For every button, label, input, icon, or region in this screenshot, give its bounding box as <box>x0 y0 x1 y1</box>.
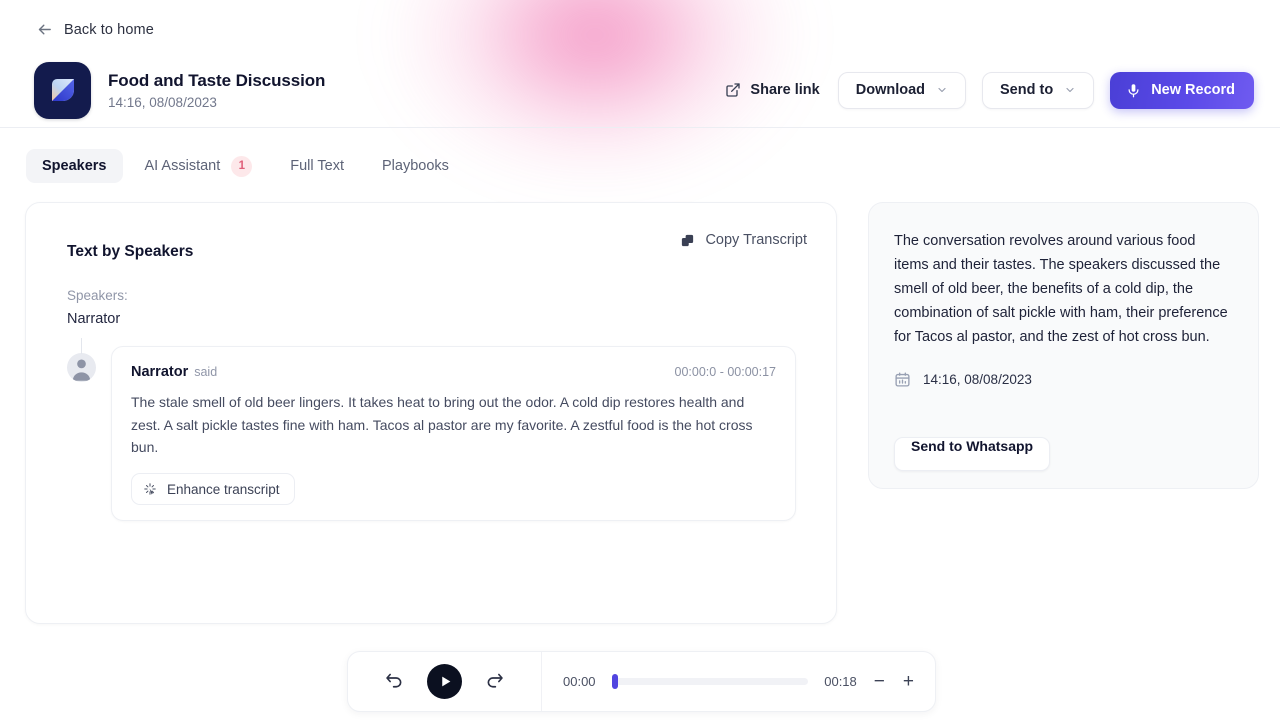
avatar-column <box>66 346 96 521</box>
chevron-down-icon <box>936 84 948 96</box>
app-logo-icon <box>34 62 91 119</box>
transcript-bubble: Narrator said 00:00:0 - 00:00:17 The sta… <box>111 346 796 521</box>
play-button[interactable] <box>427 664 462 699</box>
page-header: Food and Taste Discussion 14:16, 08/08/2… <box>0 52 1280 128</box>
tab-full-text-label: Full Text <box>290 158 344 174</box>
new-record-button[interactable]: New Record <box>1110 72 1254 109</box>
recording-title-block: Food and Taste Discussion 14:16, 08/08/2… <box>108 71 325 110</box>
volume-up-button[interactable]: + <box>902 672 915 691</box>
tab-bar: Speakers AI Assistant 1 Full Text Playbo… <box>26 149 465 183</box>
share-link-label: Share link <box>750 82 819 98</box>
message-speaker-name: Narrator <box>131 364 188 380</box>
total-time-label: 00:18 <box>824 674 857 689</box>
sparkle-icon <box>143 482 157 496</box>
player-progress-controls: 00:00 00:18 − + <box>542 672 935 691</box>
send-to-dropdown-button[interactable]: Send to <box>982 72 1094 109</box>
share-link-button[interactable]: Share link <box>723 76 821 104</box>
enhance-transcript-button[interactable]: Enhance transcript <box>131 473 295 505</box>
send-to-label: Send to <box>1000 82 1053 98</box>
new-record-label: New Record <box>1151 82 1235 98</box>
copy-icon <box>680 233 695 248</box>
audio-player: 00:00 00:18 − + <box>347 651 936 712</box>
player-transport-controls <box>348 652 542 711</box>
recording-date: 14:16, 08/08/2023 <box>108 95 325 110</box>
bubble-header: Narrator said 00:00:0 - 00:00:17 <box>131 364 776 380</box>
tab-playbooks-label: Playbooks <box>382 158 449 174</box>
transcript-heading: Text by Speakers <box>67 243 193 261</box>
recording-detail-page: Back to home <box>0 0 1280 728</box>
calendar-icon <box>894 371 911 388</box>
transcript-message-row: Narrator said 00:00:0 - 00:00:17 The sta… <box>66 346 796 521</box>
current-time-label: 00:00 <box>563 674 596 689</box>
avatar-connector-line <box>81 338 82 354</box>
tab-speakers[interactable]: Speakers <box>26 149 123 183</box>
summary-date: 14:16, 08/08/2023 <box>923 372 1032 387</box>
copy-transcript-button[interactable]: Copy Transcript <box>667 223 820 257</box>
volume-down-button[interactable]: − <box>873 672 886 691</box>
copy-transcript-label: Copy Transcript <box>705 232 807 248</box>
tab-full-text[interactable]: Full Text <box>274 149 360 183</box>
summary-panel: The conversation revolves around various… <box>868 202 1259 489</box>
download-label: Download <box>856 82 925 98</box>
chevron-down-icon <box>1064 84 1076 96</box>
progress-slider[interactable] <box>612 678 809 685</box>
speaker-list: Narrator <box>67 311 120 327</box>
transcript-card: Copy Transcript Text by Speakers Speaker… <box>25 202 837 624</box>
summary-text: The conversation revolves around various… <box>894 229 1233 349</box>
tab-ai-assistant[interactable]: AI Assistant 1 <box>129 149 269 183</box>
tab-ai-assistant-badge: 1 <box>231 156 252 177</box>
speakers-label: Speakers: <box>67 288 128 303</box>
page-title: Food and Taste Discussion <box>108 71 325 91</box>
tab-playbooks[interactable]: Playbooks <box>366 149 465 183</box>
header-divider <box>0 127 1280 128</box>
external-link-icon <box>725 82 741 98</box>
rewind-icon[interactable] <box>384 671 405 692</box>
summary-date-row: 14:16, 08/08/2023 <box>894 371 1233 388</box>
progress-thumb[interactable] <box>612 674 618 689</box>
tab-speakers-label: Speakers <box>42 158 107 174</box>
message-said-label: said <box>194 365 217 379</box>
back-to-home-link[interactable]: Back to home <box>36 21 154 38</box>
tab-ai-assistant-label: AI Assistant <box>145 158 221 174</box>
header-identity: Food and Taste Discussion 14:16, 08/08/2… <box>34 62 325 119</box>
send-to-whatsapp-button[interactable]: Send to Whatsapp <box>894 437 1050 471</box>
user-avatar-icon <box>67 353 96 382</box>
microphone-icon <box>1126 83 1141 98</box>
header-actions: Share link Download Send to <box>723 72 1254 109</box>
back-to-home-label: Back to home <box>64 22 154 38</box>
arrow-left-icon <box>36 21 53 38</box>
message-text: The stale smell of old beer lingers. It … <box>131 391 776 459</box>
enhance-transcript-label: Enhance transcript <box>167 482 280 497</box>
forward-icon[interactable] <box>484 671 505 692</box>
message-timecode: 00:00:0 - 00:00:17 <box>675 365 776 379</box>
download-dropdown-button[interactable]: Download <box>838 72 966 109</box>
